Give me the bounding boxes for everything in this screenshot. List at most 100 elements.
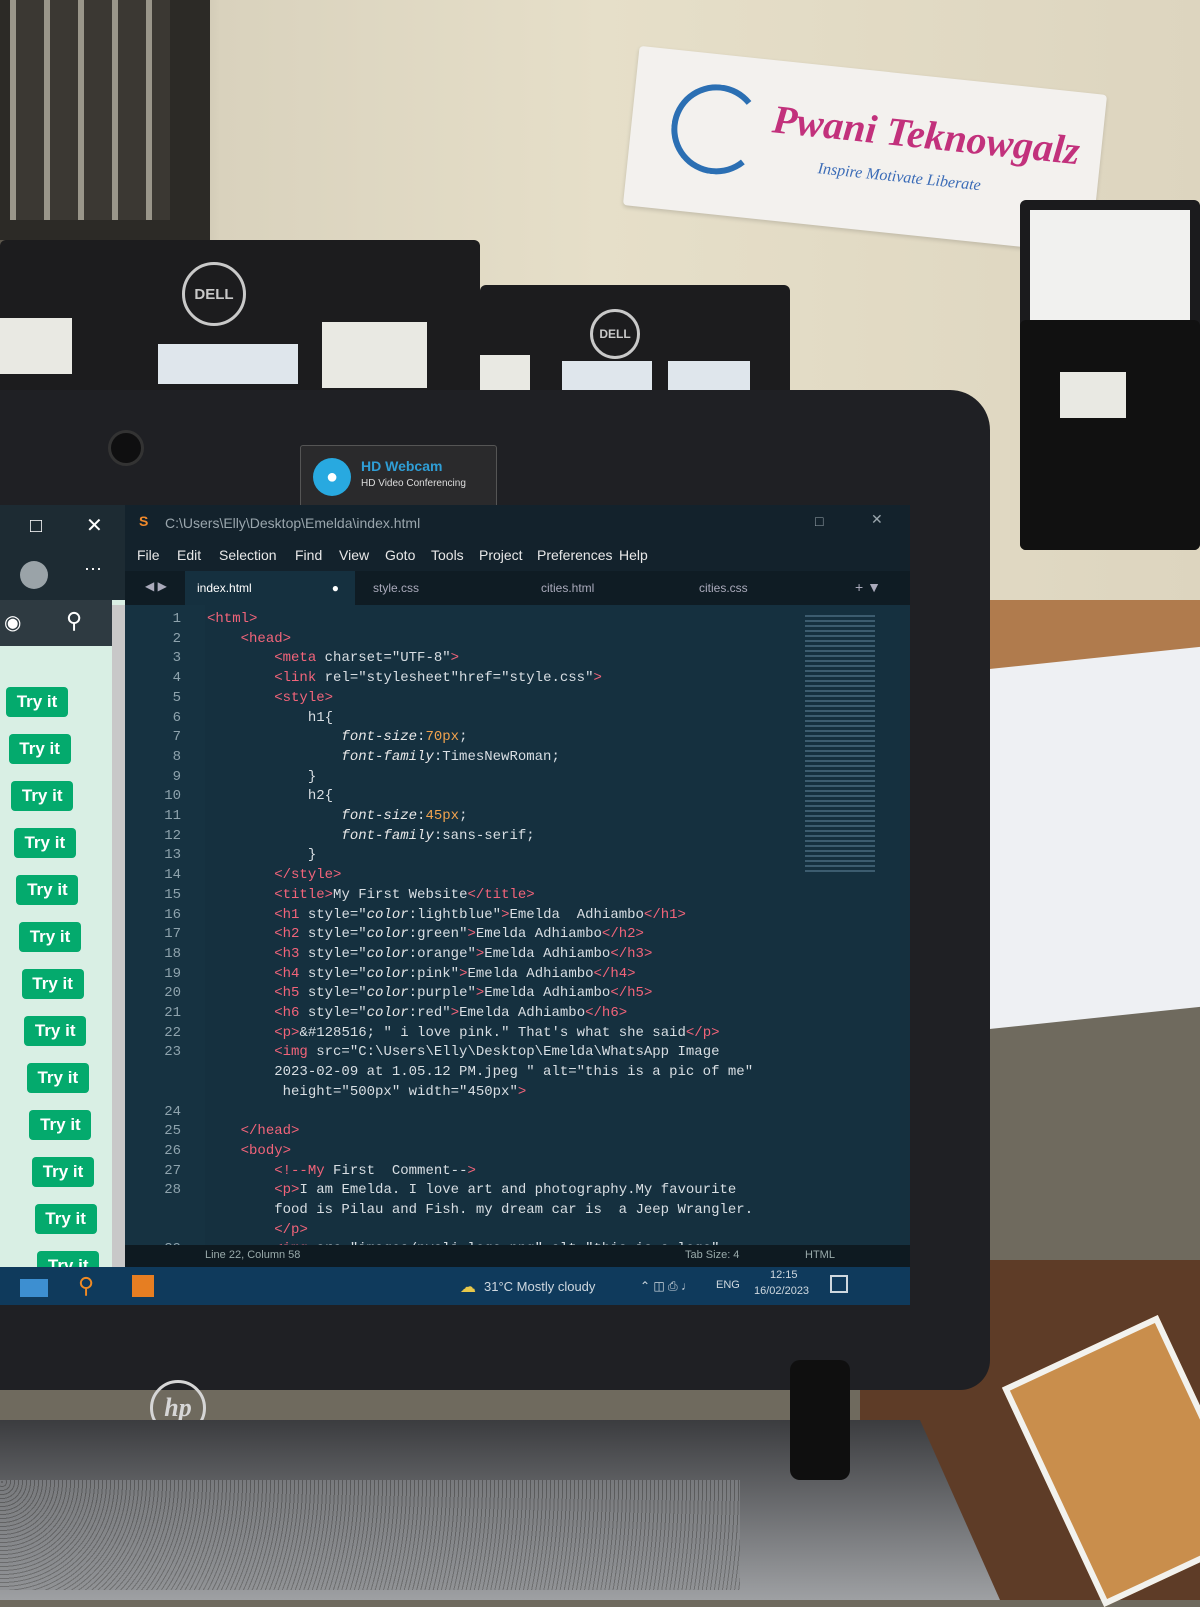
code-line[interactable]: <p>&#128516; " i love pink." That's what… xyxy=(207,1025,719,1041)
sublime-taskbar-icon[interactable] xyxy=(132,1275,154,1297)
menu-item-project[interactable]: Project xyxy=(479,547,523,563)
menu-item-view[interactable]: View xyxy=(339,547,369,563)
maximize-icon[interactable]: □ xyxy=(30,515,42,538)
new-tab-icon[interactable]: + ▼ xyxy=(855,579,881,595)
try-it-button[interactable]: Try it xyxy=(24,1016,87,1046)
code-line[interactable]: 2023-02-09 at 1.05.12 PM.jpeg " alt="thi… xyxy=(207,1064,753,1080)
code-line[interactable]: <p>I am Emelda. I love art and photograp… xyxy=(207,1182,736,1198)
tab-index-html[interactable]: index.html ● xyxy=(185,571,355,605)
editor-status-bar: Line 22, Column 58 Tab Size: 4 HTML xyxy=(125,1245,910,1267)
speaker-grille xyxy=(0,1480,740,1590)
try-it-button[interactable]: Try it xyxy=(6,687,68,717)
try-it-button[interactable]: Try it xyxy=(13,828,76,858)
code-line[interactable]: height="500px" width="450px"> xyxy=(207,1084,527,1100)
taskbar-date[interactable]: 16/02/2023 xyxy=(754,1285,809,1297)
code-line[interactable]: h2{ xyxy=(207,788,333,804)
code-line[interactable]: <head> xyxy=(207,631,291,647)
menu-item-selection[interactable]: Selection xyxy=(219,547,277,563)
unsaved-dot-icon[interactable]: ● xyxy=(332,581,339,595)
code-line[interactable]: <html> xyxy=(207,611,257,627)
background-monitor: DELL xyxy=(480,285,790,405)
browser-scrollbar[interactable] xyxy=(112,605,125,1295)
code-line[interactable]: font-family:TimesNewRoman; xyxy=(207,749,559,765)
code-line[interactable]: <link rel="stylesheet"href="style.css"> xyxy=(207,670,602,686)
code-line[interactable]: <meta charset="UTF-8"> xyxy=(207,650,459,666)
code-line[interactable]: <title>My First Website</title> xyxy=(207,887,534,903)
monitor-sticker xyxy=(480,355,530,395)
code-line[interactable]: font-size:70px; xyxy=(207,729,467,745)
profile-avatar-icon[interactable] xyxy=(20,561,48,589)
menu-item-file[interactable]: File xyxy=(137,547,160,563)
editor-minimap[interactable] xyxy=(805,615,875,875)
try-it-button[interactable]: Try it xyxy=(34,1204,97,1234)
background-monitor xyxy=(1020,320,1200,550)
tab-cities-css[interactable]: cities.css xyxy=(687,571,837,605)
tray-icons[interactable]: ⌃ ◫ ⎙ ♩ xyxy=(640,1279,693,1294)
code-line[interactable]: <img src="C:\Users\Elly\Desktop\Emelda\W… xyxy=(207,1044,719,1060)
status-syntax[interactable]: HTML xyxy=(805,1249,835,1261)
status-tab-size[interactable]: Tab Size: 4 xyxy=(685,1249,739,1261)
notification-icon[interactable] xyxy=(830,1275,848,1293)
dell-logo: DELL xyxy=(590,309,640,359)
code-line[interactable]: font-size:45px; xyxy=(207,808,467,824)
code-line[interactable]: } xyxy=(207,769,316,785)
code-line[interactable]: } xyxy=(207,847,316,863)
try-it-button[interactable]: Try it xyxy=(32,1157,94,1187)
code-line[interactable]: </p> xyxy=(207,1222,308,1238)
taskbar-time[interactable]: 12:15 xyxy=(770,1269,798,1281)
laptop-screen: □ ✕ ⋯ ◉ ⚲ Try it Try it Try it Try it Try it… xyxy=(0,505,910,1305)
code-line[interactable]: food is Pilau and Fish. my dream car is … xyxy=(207,1202,753,1218)
mail-app-icon[interactable] xyxy=(20,1279,48,1297)
browser-toolbar: □ ✕ ⋯ xyxy=(0,505,125,600)
tab-style-css[interactable]: style.css xyxy=(361,571,521,605)
try-it-button[interactable]: Try it xyxy=(19,922,81,952)
try-it-button[interactable]: Try it xyxy=(16,875,79,905)
menu-item-edit[interactable]: Edit xyxy=(177,547,201,563)
search-icon[interactable]: ⚲ xyxy=(66,608,82,634)
sublime-logo-icon: S xyxy=(139,513,149,529)
code-line[interactable]: <h3 style="color:orange">Emelda Adhiambo… xyxy=(207,946,652,962)
maximize-icon[interactable]: □ xyxy=(815,513,823,529)
try-it-button[interactable]: Try it xyxy=(21,969,84,999)
code-area[interactable]: <html> <head> <meta charset="UTF-8"> <li… xyxy=(125,605,910,1277)
taskbar-language[interactable]: ENG xyxy=(716,1279,740,1291)
dell-logo: DELL xyxy=(182,262,246,326)
try-it-button[interactable]: Try it xyxy=(26,1063,89,1093)
tab-scroll-arrows-icon[interactable]: ◀ ▶ xyxy=(145,579,167,593)
try-it-button[interactable]: Try it xyxy=(11,781,74,811)
code-line[interactable]: <h1 style="color:lightblue">Emelda Adhia… xyxy=(207,907,686,923)
tab-label: cities.html xyxy=(541,581,595,595)
code-line[interactable]: <!--My First Comment--> xyxy=(207,1163,476,1179)
try-it-button[interactable]: Try it xyxy=(29,1110,92,1140)
browser-window: □ ✕ ⋯ ◉ ⚲ Try it Try it Try it Try it Try it… xyxy=(0,505,125,1305)
code-line[interactable]: h1{ xyxy=(207,710,333,726)
globe-icon[interactable]: ◉ xyxy=(4,610,21,635)
menu-item-goto[interactable]: Goto xyxy=(385,547,415,563)
menu-item-help[interactable]: Help xyxy=(619,547,648,563)
menu-item-tools[interactable]: Tools xyxy=(431,547,464,563)
tab-cities-html[interactable]: cities.html xyxy=(529,571,679,605)
code-line[interactable]: </style> xyxy=(207,867,341,883)
more-menu-icon[interactable]: ⋯ xyxy=(84,559,102,580)
code-line[interactable]: <body> xyxy=(207,1143,291,1159)
close-icon[interactable]: ✕ xyxy=(86,513,103,538)
code-line[interactable]: <h2 style="color:green">Emelda Adhiambo<… xyxy=(207,926,644,942)
menu-item-preferences[interactable]: Preferences xyxy=(537,547,612,563)
monitor-sticker xyxy=(0,318,72,374)
code-line[interactable]: font-family:sans-serif; xyxy=(207,828,534,844)
code-line[interactable]: <style> xyxy=(207,690,333,706)
code-line[interactable]: <h4 style="color:pink">Emelda Adhiambo</… xyxy=(207,966,635,982)
close-icon[interactable]: ✕ xyxy=(871,511,883,528)
sign-title: Pwani Teknowgalz xyxy=(770,96,1083,174)
code-line[interactable]: </head> xyxy=(207,1123,300,1139)
try-it-button[interactable]: Try it xyxy=(8,734,71,764)
code-line[interactable]: <h6 style="color:red">Emelda Adhiambo</h… xyxy=(207,1005,627,1021)
menu-item-find[interactable]: Find xyxy=(295,547,322,563)
editor-title-bar: S C:\Users\Elly\Desktop\Emelda\index.htm… xyxy=(125,505,910,541)
sign-logo-icon xyxy=(666,79,766,179)
window-bars xyxy=(10,0,170,220)
search-taskbar-icon[interactable]: ⚲ xyxy=(78,1273,94,1299)
taskbar-weather[interactable]: 31°C Mostly cloudy xyxy=(484,1279,595,1294)
windows-taskbar: ⚲ ☁ 31°C Mostly cloudy ⌃ ◫ ⎙ ♩ ENG 12:15… xyxy=(0,1267,910,1305)
code-line[interactable]: <h5 style="color:purple">Emelda Adhiambo… xyxy=(207,985,652,1001)
